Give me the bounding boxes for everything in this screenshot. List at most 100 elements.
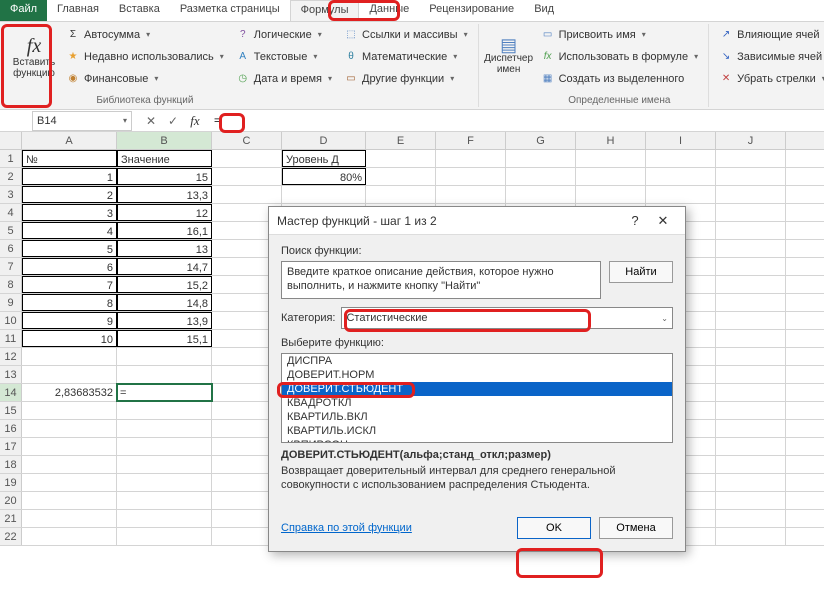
row-header[interactable]: 6 — [0, 240, 22, 257]
cell[interactable]: 13,3 — [117, 186, 212, 203]
col-header-F[interactable]: F — [436, 132, 506, 149]
cell[interactable]: 15 — [117, 168, 212, 185]
cell[interactable] — [22, 456, 117, 473]
row-header[interactable]: 20 — [0, 492, 22, 509]
tab-home[interactable]: Главная — [47, 0, 109, 21]
cell[interactable] — [646, 186, 716, 203]
cell[interactable] — [716, 528, 786, 545]
cell[interactable] — [366, 168, 436, 185]
cell[interactable] — [716, 510, 786, 527]
cell[interactable] — [716, 150, 786, 167]
cell[interactable] — [716, 240, 786, 257]
row-header[interactable]: 9 — [0, 294, 22, 311]
cell[interactable] — [117, 510, 212, 527]
cell[interactable]: 5 — [22, 240, 117, 257]
text-button[interactable]: AТекстовые▾ — [232, 46, 336, 67]
row-header[interactable]: 10 — [0, 312, 22, 329]
cell[interactable] — [212, 168, 282, 185]
trace-precedents-button[interactable]: ↗Влияющие ячей — [715, 24, 824, 45]
search-input[interactable]: Введите краткое описание действия, котор… — [281, 261, 601, 299]
dropdown-icon[interactable]: ▾ — [123, 116, 127, 125]
function-list[interactable]: ДИСПРАДОВЕРИТ.НОРМДОВЕРИТ.СТЬЮДЕНТКВАДРО… — [281, 353, 673, 443]
row-header[interactable]: 18 — [0, 456, 22, 473]
cell[interactable]: № — [22, 150, 117, 167]
cell[interactable] — [716, 204, 786, 221]
row-header[interactable]: 8 — [0, 276, 22, 293]
row-header[interactable]: 5 — [0, 222, 22, 239]
close-button[interactable]: ✕ — [649, 210, 677, 232]
cell[interactable] — [436, 168, 506, 185]
cell[interactable] — [366, 150, 436, 167]
cell[interactable] — [716, 402, 786, 419]
cell[interactable] — [716, 492, 786, 509]
cell[interactable] — [576, 186, 646, 203]
trace-dependents-button[interactable]: ↘Зависимые ячей — [715, 46, 824, 67]
use-in-formula-button[interactable]: fxИспользовать в формуле▾ — [537, 46, 703, 67]
cell[interactable] — [22, 510, 117, 527]
col-header-I[interactable]: I — [646, 132, 716, 149]
cell[interactable] — [716, 474, 786, 491]
cell[interactable] — [716, 168, 786, 185]
category-select[interactable]: Статистические ⌄ — [341, 307, 673, 329]
cell[interactable] — [117, 456, 212, 473]
lookup-button[interactable]: ⬚Ссылки и массивы▾ — [340, 24, 472, 45]
cell[interactable] — [22, 438, 117, 455]
help-button[interactable]: ? — [621, 210, 649, 232]
tab-review[interactable]: Рецензирование — [419, 0, 524, 21]
function-list-item[interactable]: ДОВЕРИТ.СТЬЮДЕНТ — [282, 382, 672, 396]
cell[interactable] — [716, 456, 786, 473]
cell[interactable] — [22, 420, 117, 437]
name-manager-button[interactable]: ▤ Диспетчер имен — [485, 24, 533, 90]
cell[interactable] — [716, 420, 786, 437]
cell[interactable] — [22, 528, 117, 545]
row-header[interactable]: 17 — [0, 438, 22, 455]
cell[interactable]: 12 — [117, 204, 212, 221]
row-header[interactable]: 3 — [0, 186, 22, 203]
cell[interactable]: = — [117, 384, 212, 401]
row-header[interactable]: 1 — [0, 150, 22, 167]
cancel-button[interactable]: Отмена — [599, 517, 673, 539]
cell[interactable] — [716, 312, 786, 329]
cell[interactable] — [117, 420, 212, 437]
col-header-B[interactable]: B — [117, 132, 212, 149]
cell[interactable] — [22, 366, 117, 383]
row-header[interactable]: 19 — [0, 474, 22, 491]
datetime-button[interactable]: ◷Дата и время▾ — [232, 68, 336, 89]
cell[interactable] — [117, 528, 212, 545]
cell[interactable] — [506, 150, 576, 167]
cell[interactable] — [117, 492, 212, 509]
select-all-corner[interactable] — [0, 132, 22, 149]
tab-insert[interactable]: Вставка — [109, 0, 170, 21]
cell[interactable]: 14,8 — [117, 294, 212, 311]
col-header-G[interactable]: G — [506, 132, 576, 149]
function-list-item[interactable]: ДОВЕРИТ.НОРМ — [282, 368, 672, 382]
define-name-button[interactable]: ▭Присвоить имя▾ — [537, 24, 703, 45]
ok-button[interactable]: OK — [517, 517, 591, 539]
tab-data[interactable]: Данные — [359, 0, 419, 21]
function-list-item[interactable]: КВПИРСОН — [282, 438, 672, 443]
name-box[interactable]: B14 ▾ — [32, 111, 132, 131]
cell[interactable]: 2 — [22, 186, 117, 203]
cell[interactable] — [716, 330, 786, 347]
cell[interactable]: 1 — [22, 168, 117, 185]
recent-button[interactable]: ★Недавно использовались▾ — [62, 46, 228, 67]
cell[interactable] — [576, 168, 646, 185]
cell[interactable] — [117, 402, 212, 419]
cell[interactable]: 16,1 — [117, 222, 212, 239]
cell[interactable]: 4 — [22, 222, 117, 239]
cell[interactable]: 13,9 — [117, 312, 212, 329]
cell[interactable] — [716, 258, 786, 275]
cell[interactable] — [22, 492, 117, 509]
cell[interactable]: 80% — [282, 168, 366, 185]
cell[interactable]: 14,7 — [117, 258, 212, 275]
cell[interactable] — [282, 186, 366, 203]
cell[interactable] — [212, 150, 282, 167]
cell[interactable] — [436, 150, 506, 167]
row-header[interactable]: 11 — [0, 330, 22, 347]
tab-view[interactable]: Вид — [524, 0, 564, 21]
cell[interactable]: 2,83683532 — [22, 384, 117, 401]
cell[interactable] — [646, 150, 716, 167]
cell[interactable]: 6 — [22, 258, 117, 275]
function-help-link[interactable]: Справка по этой функции — [281, 522, 412, 534]
col-header-J[interactable]: J — [716, 132, 786, 149]
